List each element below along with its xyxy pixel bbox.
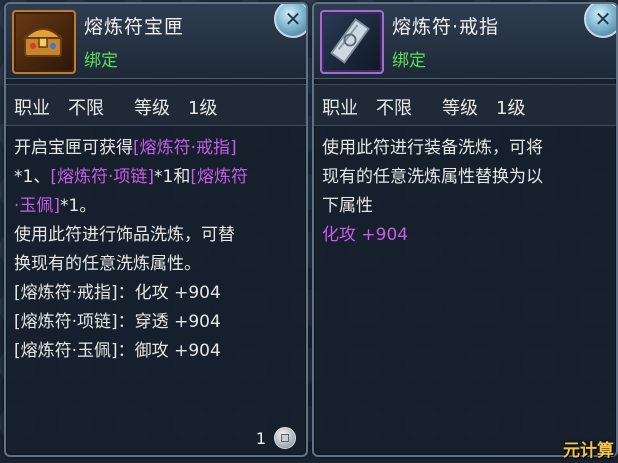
description-line: 使用此符进行装备洗炼，可将	[322, 134, 608, 163]
close-button[interactable]: ✕	[274, 4, 306, 38]
description-text: 下属性	[322, 196, 373, 216]
description-line: *1、[熔炼符·项链]*1和[熔炼符	[14, 163, 298, 192]
description-line: 使用此符进行饰品洗炼，可替	[14, 221, 298, 250]
bind-status: 绑定	[392, 51, 426, 71]
level-label: 等级	[442, 98, 478, 119]
level-label: 等级	[134, 98, 170, 119]
description-text: 使用此符进行装备洗炼，可将	[322, 138, 543, 158]
coin-icon	[274, 427, 296, 449]
description-text: [熔炼符·玉佩]：御攻 +904	[14, 341, 221, 361]
profession-label: 职业	[322, 98, 358, 119]
highlight-text: 化攻 +904	[322, 225, 409, 245]
close-button[interactable]: ✕	[584, 4, 616, 38]
item-tooltip-chest: 熔炼符宝匣 绑定 ✕ 职业 不限 等级 1级 开启宝匣可获得[熔炼符·戒指] *1…	[4, 2, 308, 457]
description-text: [熔炼符·项链]：穿透 +904	[14, 312, 221, 332]
profession-label: 职业	[14, 98, 50, 119]
profession-value: 不限	[376, 98, 412, 119]
talisman-graphic	[330, 18, 370, 64]
description-text: 换现有的任意洗炼属性。	[14, 254, 201, 274]
description-text: 开启宝匣可获得	[14, 138, 133, 158]
item-description: 使用此符进行装备洗炼，可将 现有的任意洗炼属性替换为以 下属性化攻 +904	[322, 134, 608, 250]
talisman-scroll-icon	[320, 10, 384, 74]
item-title: 熔炼符·戒指	[392, 16, 500, 38]
description-text: [熔炼符·戒指]：化攻 +904	[14, 283, 221, 303]
item-tooltip-ring-talisman: 熔炼符·戒指 绑定 ✕ 职业 不限 等级 1级 使用此符进行装备洗炼，可将 现有的…	[312, 2, 618, 457]
requirements-row: 职业 不限 等级 1级	[314, 84, 616, 126]
level-value: 1级	[496, 98, 526, 119]
description-text: *1。	[60, 196, 97, 216]
item-title: 熔炼符宝匣	[84, 16, 185, 38]
watermark: 元计算	[563, 441, 614, 461]
description-line: [熔炼符·玉佩]：御攻 +904	[14, 337, 298, 366]
chest-graphic	[23, 28, 63, 57]
description-line: [熔炼符·戒指]：化攻 +904	[14, 279, 298, 308]
description-line: 化攻 +904	[322, 221, 608, 250]
description-text: 使用此符进行饰品洗炼，可替	[14, 225, 235, 245]
tooltip-header: 熔炼符·戒指 绑定	[314, 4, 616, 79]
description-text: 现有的任意洗炼属性替换为以	[322, 167, 543, 187]
description-text: *1、	[14, 167, 51, 187]
tooltip-header: 熔炼符宝匣 绑定	[6, 4, 306, 79]
highlight-text: [熔炼符·项链]	[50, 167, 154, 187]
treasure-chest-icon	[12, 10, 76, 74]
item-count-area: 1	[256, 427, 296, 449]
item-description: 开启宝匣可获得[熔炼符·戒指] *1、[熔炼符·项链]*1和[熔炼符 ·玉佩]*1。…	[14, 134, 298, 366]
description-line: 下属性	[322, 192, 608, 221]
description-text: *1和	[154, 167, 191, 187]
description-line: ·玉佩]*1。	[14, 192, 298, 221]
bind-status: 绑定	[84, 51, 118, 71]
highlight-text: [熔炼符	[190, 167, 248, 187]
profession-value: 不限	[68, 98, 104, 119]
highlight-text: ·玉佩]	[14, 196, 61, 216]
description-line: [熔炼符·项链]：穿透 +904	[14, 308, 298, 337]
description-line: 开启宝匣可获得[熔炼符·戒指]	[14, 134, 298, 163]
description-line: 换现有的任意洗炼属性。	[14, 250, 298, 279]
level-value: 1级	[188, 98, 218, 119]
requirements-row: 职业 不限 等级 1级	[6, 84, 306, 126]
highlight-text: [熔炼符·戒指]	[133, 138, 237, 158]
description-line: 现有的任意洗炼属性替换为以	[322, 163, 608, 192]
item-count: 1	[255, 428, 266, 448]
